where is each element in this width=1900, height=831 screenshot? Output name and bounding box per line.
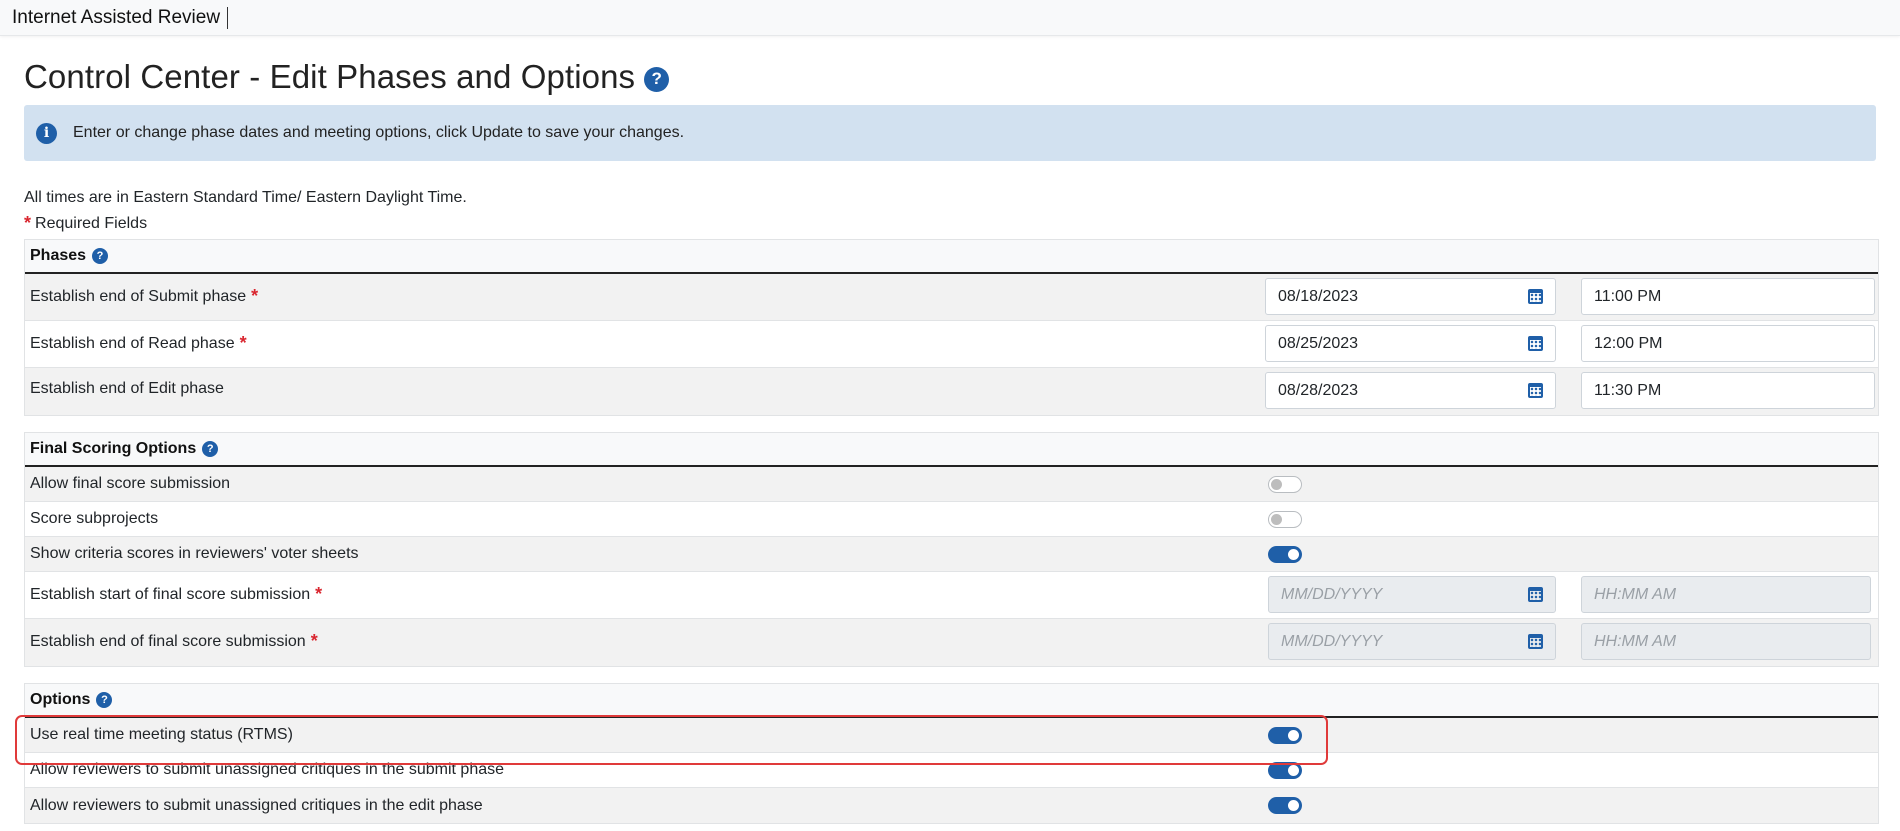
score-subprojects-toggle[interactable]: [1268, 510, 1302, 528]
app-title[interactable]: Internet Assisted Review: [12, 7, 220, 29]
final-score-end-label: Establish end of final score submission …: [30, 631, 318, 652]
final-score-start-date-input[interactable]: MM/DD/YYYY: [1268, 576, 1556, 613]
unassigned-submit-toggle[interactable]: [1268, 761, 1302, 779]
final-scoring-header: Final Scoring Options ?: [25, 433, 1878, 467]
rtms-toggle[interactable]: [1268, 726, 1302, 744]
info-circle-icon: i: [36, 122, 57, 144]
show-criteria-scores-row: Show criteria scores in reviewers' voter…: [25, 537, 1878, 572]
final-score-end-date-input[interactable]: MM/DD/YYYY: [1268, 623, 1556, 660]
required-asterisk-icon: *: [310, 631, 318, 651]
date-value: 08/18/2023: [1278, 287, 1359, 305]
allow-final-score-row: Allow final score submission: [25, 467, 1878, 502]
required-fields-label: Required Fields: [35, 214, 148, 232]
phases-title: Phases: [30, 247, 87, 264]
time-value: 12:00 PM: [1594, 334, 1663, 352]
date-placeholder: MM/DD/YYYY: [1281, 632, 1383, 650]
final-score-end-time-input[interactable]: HH:MM AM: [1581, 623, 1871, 660]
toggle-label: Use real time meeting status (RTMS): [30, 726, 293, 743]
info-alert: i Enter or change phase dates and meetin…: [24, 105, 1876, 161]
unassigned-edit-toggle[interactable]: [1268, 797, 1302, 814]
required-asterisk-icon: *: [251, 286, 259, 306]
final-scoring-title: Final Scoring Options: [30, 440, 197, 457]
final-score-end-row: Establish end of final score submission …: [25, 619, 1878, 666]
phases-help-icon[interactable]: ?: [92, 248, 109, 264]
time-value: 11:30 PM: [1594, 381, 1662, 399]
phase-label: Establish end of Read phase *: [30, 333, 247, 354]
timezone-note: All times are in Eastern Standard Time/ …: [24, 189, 467, 206]
date-value: 08/25/2023: [1278, 334, 1359, 352]
toggle-label: Allow reviewers to submit unassigned cri…: [30, 796, 483, 814]
label-text: Establish start of final score submissio…: [30, 585, 311, 603]
date-placeholder: MM/DD/YYYY: [1281, 585, 1383, 603]
rtms-row: Use real time meeting status (RTMS): [25, 718, 1878, 753]
required-asterisk-icon: *: [239, 333, 247, 353]
edit-end-time-input[interactable]: 11:30 PM: [1581, 372, 1875, 409]
page-title-row: Control Center - Edit Phases and Options…: [24, 58, 1876, 95]
final-score-start-time-input[interactable]: HH:MM AM: [1581, 576, 1871, 613]
phase-row-submit: Establish end of Submit phase * 08/18/20…: [25, 274, 1878, 321]
navbar-divider: [227, 6, 229, 29]
question-circle-icon[interactable]: ?: [644, 66, 670, 92]
label-text: Establish end of final score submission: [30, 632, 306, 650]
read-end-date-input[interactable]: 08/25/2023: [1265, 325, 1556, 362]
phase-label-text: Establish end of Edit phase: [30, 380, 224, 397]
final-score-start-row: Establish start of final score submissio…: [25, 572, 1878, 619]
final-scoring-help-icon[interactable]: ?: [202, 441, 219, 457]
show-criteria-scores-toggle[interactable]: [1268, 545, 1302, 563]
toggle-label: Score subprojects: [30, 510, 159, 527]
allow-final-score-toggle[interactable]: [1268, 475, 1302, 493]
calendar-icon[interactable]: [1528, 587, 1543, 602]
time-placeholder: HH:MM AM: [1594, 632, 1677, 650]
read-end-time-input[interactable]: 12:00 PM: [1581, 325, 1875, 362]
time-placeholder: HH:MM AM: [1594, 585, 1677, 603]
calendar-icon[interactable]: [1528, 383, 1543, 398]
calendar-icon[interactable]: [1528, 634, 1543, 649]
phase-label: Establish end of Submit phase *: [30, 286, 258, 307]
time-value: 11:00 PM: [1594, 287, 1662, 305]
calendar-icon[interactable]: [1528, 289, 1543, 304]
phase-row-read: Establish end of Read phase * 08/25/2023…: [25, 321, 1878, 368]
calendar-icon[interactable]: [1528, 336, 1543, 351]
unassigned-submit-row: Allow reviewers to submit unassigned cri…: [25, 753, 1878, 788]
phases-header: Phases ?: [25, 240, 1878, 274]
required-asterisk-icon: *: [315, 584, 323, 604]
submit-end-time-input[interactable]: 11:00 PM: [1581, 278, 1875, 315]
options-title: Options: [30, 691, 91, 708]
unassigned-edit-row: Allow reviewers to submit unassigned cri…: [25, 788, 1878, 823]
phases-section: Phases ? Establish end of Submit phase *…: [24, 239, 1879, 416]
options-help-icon[interactable]: ?: [96, 692, 113, 708]
toggle-label: Allow reviewers to submit unassigned cri…: [30, 761, 505, 778]
final-score-start-label: Establish start of final score submissio…: [30, 584, 322, 605]
final-scoring-section: Final Scoring Options ? Allow final scor…: [24, 432, 1879, 667]
phase-row-edit: Establish end of Edit phase 08/28/2023 1…: [25, 368, 1878, 415]
phase-label-text: Establish end of Read phase: [30, 334, 235, 352]
date-value: 08/28/2023: [1278, 381, 1359, 399]
page-title: Control Center - Edit Phases and Options: [24, 58, 636, 95]
main-content: Control Center - Edit Phases and Options…: [0, 58, 1900, 824]
required-fields-note: * Required Fields: [24, 213, 1876, 234]
edit-end-date-input[interactable]: 08/28/2023: [1265, 372, 1556, 409]
options-section: Options ? Use real time meeting status (…: [24, 683, 1879, 824]
submit-end-date-input[interactable]: 08/18/2023: [1265, 278, 1556, 315]
toggle-label: Allow final score submission: [30, 475, 231, 492]
required-asterisk-icon: *: [24, 213, 32, 233]
score-subprojects-row: Score subprojects: [25, 502, 1878, 537]
options-header: Options ?: [25, 684, 1878, 718]
phase-label: Establish end of Edit phase: [30, 380, 224, 398]
toggle-label: Show criteria scores in reviewers' voter…: [30, 545, 359, 562]
alert-text: Enter or change phase dates and meeting …: [73, 124, 685, 141]
phase-label-text: Establish end of Submit phase: [30, 287, 247, 305]
top-navbar: Internet Assisted Review: [0, 0, 1900, 36]
